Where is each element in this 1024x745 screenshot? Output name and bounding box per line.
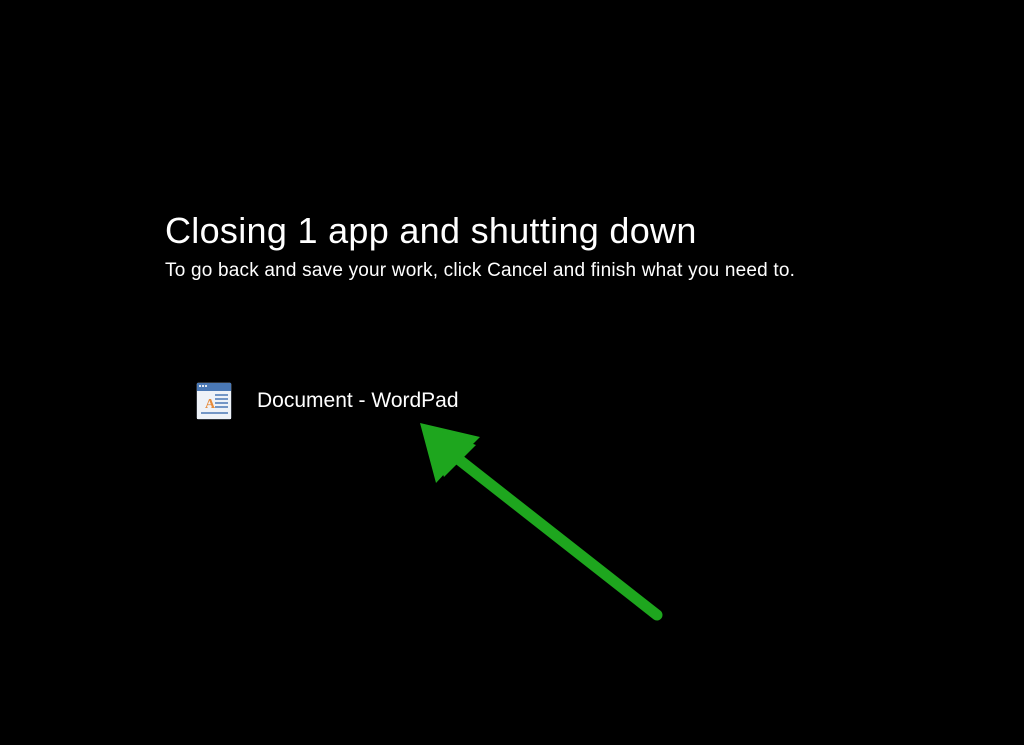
- shutdown-subtitle: To go back and save your work, click Can…: [165, 260, 795, 282]
- app-name-label: Document - WordPad: [257, 389, 459, 413]
- annotation-arrow-icon: [412, 415, 672, 640]
- shutdown-screen-content: Closing 1 app and shutting down To go ba…: [165, 210, 795, 422]
- shutdown-title: Closing 1 app and shutting down: [165, 210, 795, 252]
- svg-text:A: A: [205, 397, 216, 412]
- list-item: A Document - WordPad: [193, 380, 795, 422]
- wordpad-icon: A: [193, 380, 235, 422]
- blocking-apps-list: A Document - WordPad: [193, 380, 795, 422]
